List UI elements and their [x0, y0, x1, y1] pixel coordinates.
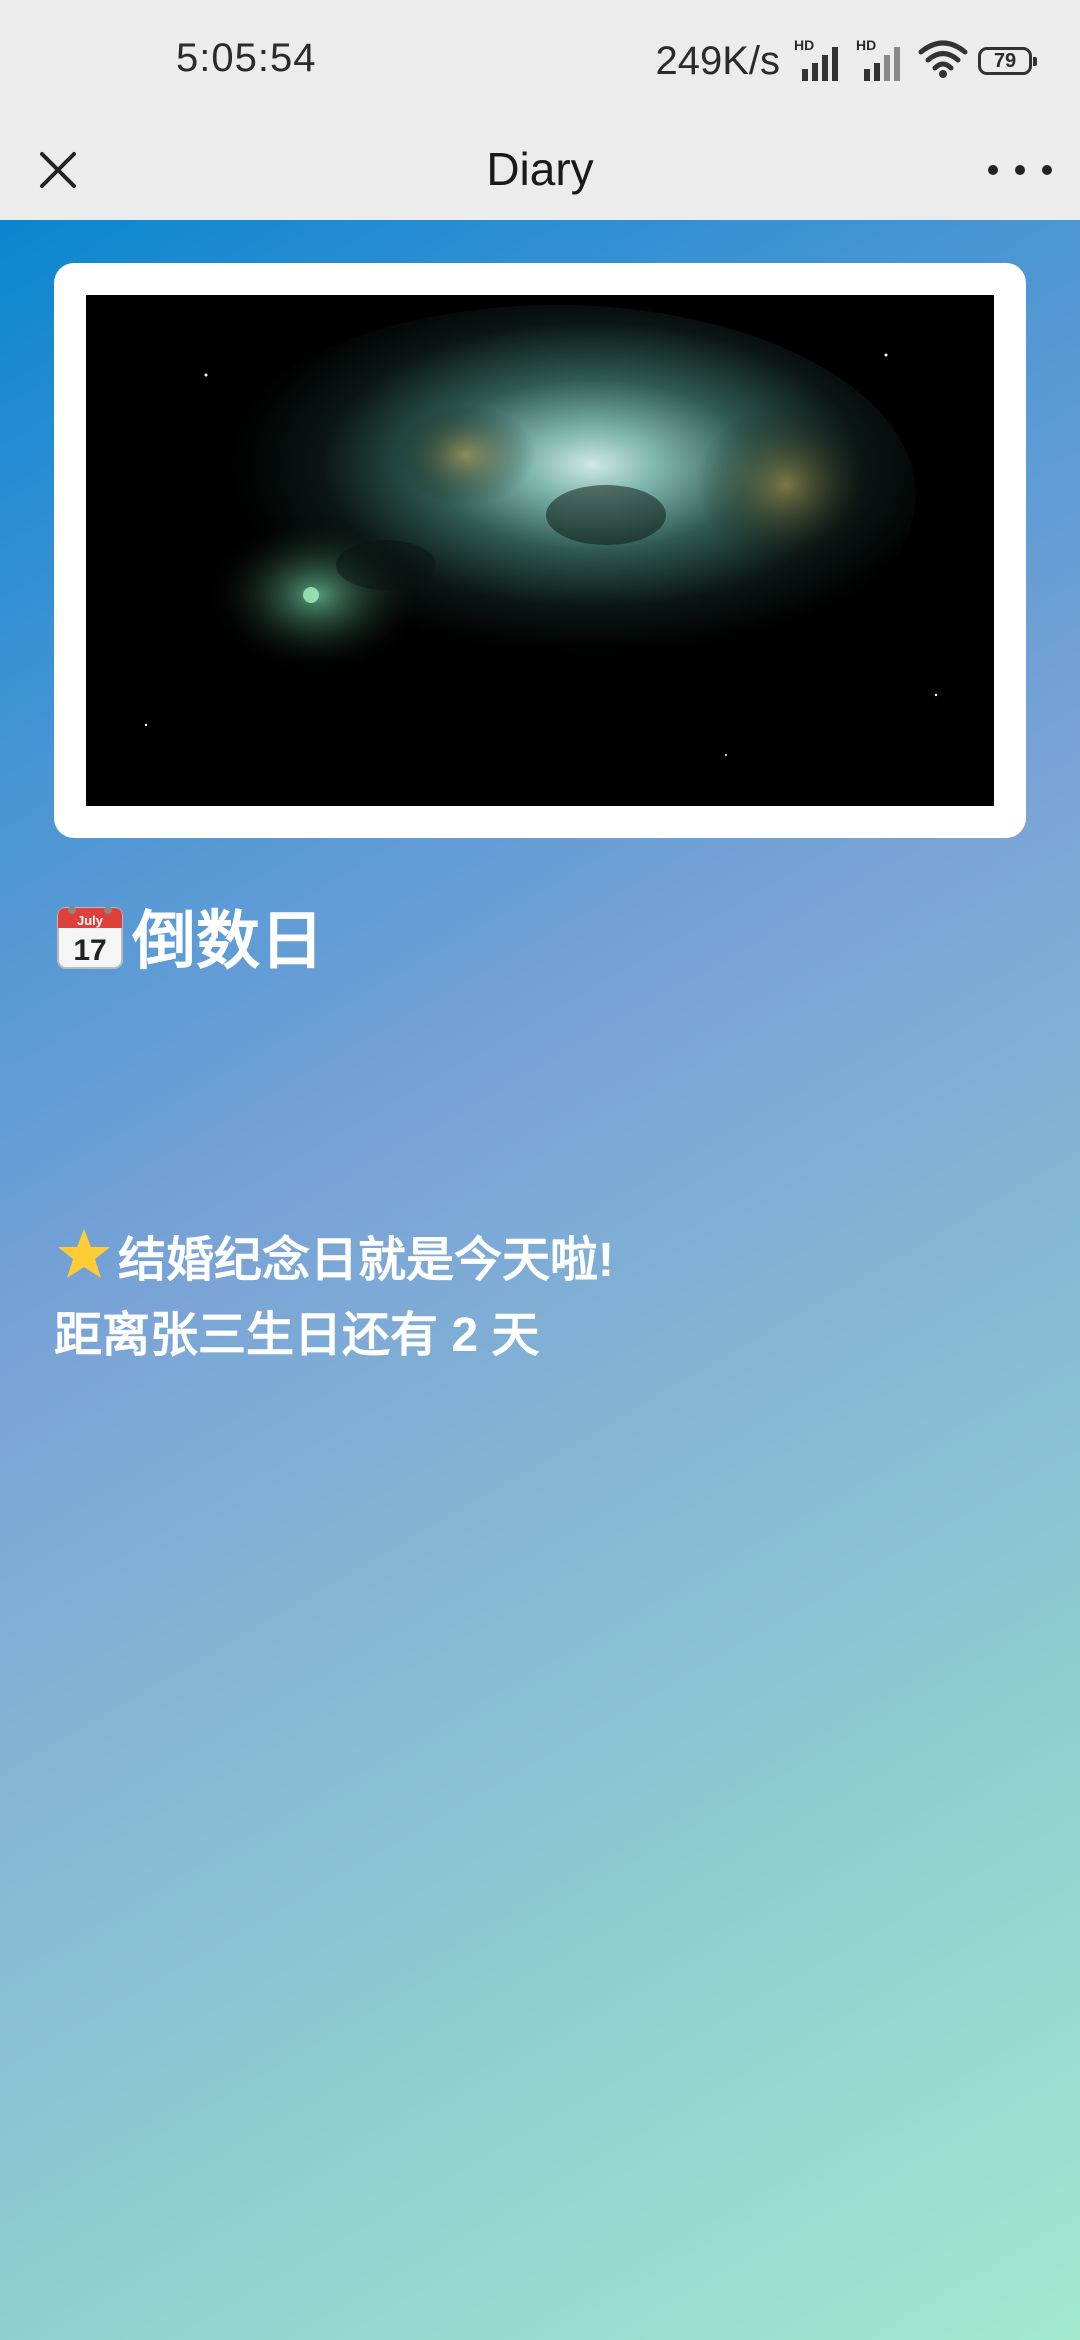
nebula-image — [86, 295, 994, 806]
network-speed: 249K/s — [655, 38, 780, 83]
birthday-text: 距离张三生日还有 2 天 — [54, 1309, 540, 1362]
signal-icon: HD — [794, 37, 846, 83]
calendar-day-label: 17 — [73, 934, 106, 967]
birthday-line: 距离张三生日还有 2 天 — [54, 1295, 539, 1365]
calendar-icon: July 17 — [57, 906, 123, 969]
more-icon-dot — [1015, 165, 1025, 175]
status-icons: 249K/s HD HD 79 — [655, 36, 1037, 86]
countdown-heading: July 17 倒数日 — [54, 890, 324, 982]
anniversary-line: 结婚纪念日就是今天啦! — [54, 1220, 614, 1290]
wifi-icon — [918, 39, 968, 84]
page-title: Diary — [486, 143, 594, 195]
status-bar: 5:05:54 249K/s HD HD 79 — [0, 0, 1080, 120]
nav-bar: Diary — [0, 120, 1080, 220]
sim2-hd-label: HD — [856, 37, 877, 53]
battery-level: 79 — [993, 49, 1017, 72]
more-icon-dot — [1042, 165, 1052, 175]
countdown-title: 倒数日 — [132, 905, 324, 977]
sim1-hd-label: HD — [794, 37, 815, 53]
battery-icon: 79 — [978, 47, 1037, 75]
more-icon — [988, 165, 998, 175]
calendar-month-label: July — [77, 913, 104, 928]
more-button[interactable] — [988, 148, 1052, 192]
star-icon — [58, 1229, 110, 1278]
cover-image-card[interactable] — [54, 263, 1026, 838]
diary-content: July 17 倒数日 结婚纪念日就是今天啦! 距离张三生日还有 2 天 — [0, 220, 1080, 2340]
signal-icon: HD — [856, 37, 908, 83]
status-time: 5:05:54 — [176, 36, 317, 80]
anniversary-text: 结婚纪念日就是今天啦! — [118, 1234, 614, 1287]
